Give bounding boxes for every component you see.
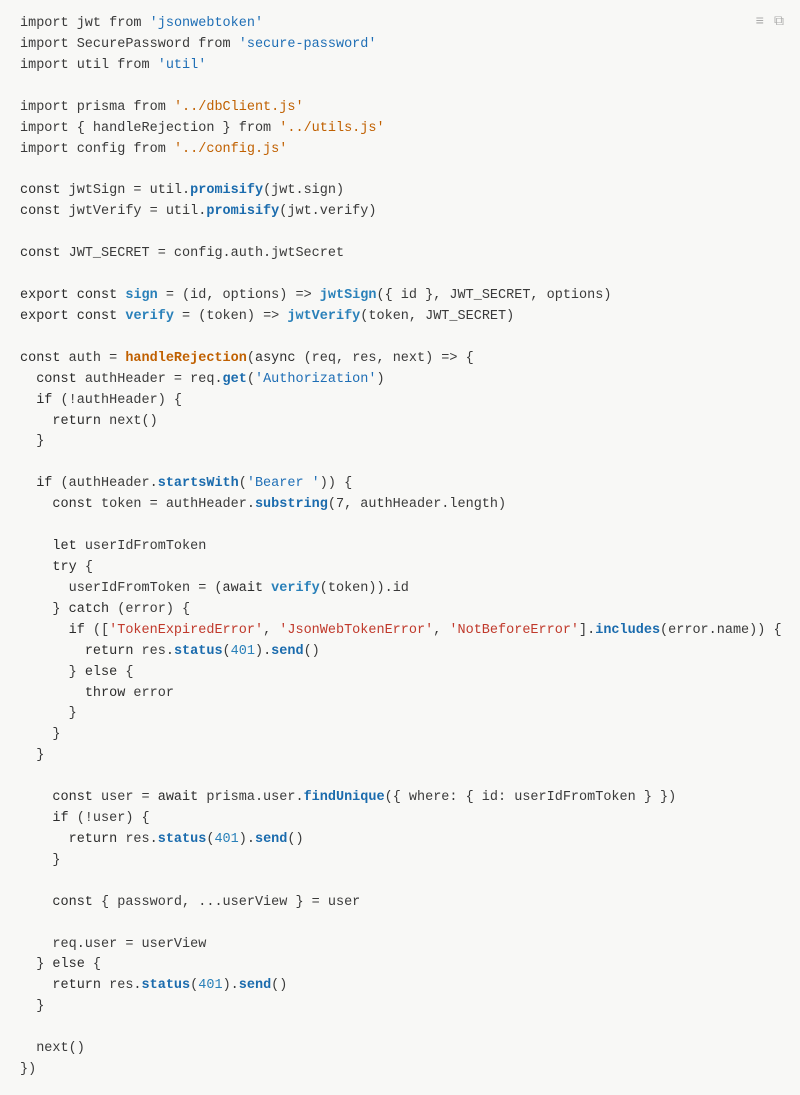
line-21: } [14, 432, 740, 453]
line-50: next() [14, 1039, 740, 1060]
line-43: const { password, ...userView } = user [14, 893, 740, 914]
line-32: } else { [14, 663, 740, 684]
line-36: } [14, 746, 740, 767]
line-31: return res.status(401).send() [14, 642, 740, 663]
line-26: let userIdFromToken [14, 537, 740, 558]
line-blank-10 [14, 914, 740, 935]
line-19: if (!authHeader) { [14, 391, 740, 412]
line-39: if (!user) { [14, 809, 740, 830]
line-blank-3 [14, 223, 740, 244]
line-34: } [14, 704, 740, 725]
line-1: import jwt from 'jsonwebtoken' [14, 14, 740, 35]
line-38: const user = await prisma.user.findUniqu… [14, 788, 740, 809]
line-33: throw error [14, 684, 740, 705]
line-6: import { handleRejection } from '../util… [14, 119, 740, 140]
line-2: import SecurePassword from 'secure-passw… [14, 35, 740, 56]
line-blank-1 [14, 77, 740, 98]
line-46: } else { [14, 955, 740, 976]
line-23: if (authHeader.startsWith('Bearer ')) { [14, 474, 740, 495]
line-35: } [14, 725, 740, 746]
line-blank-9 [14, 872, 740, 893]
copy-icon[interactable]: ⧉ [774, 12, 784, 34]
line-47: return res.status(401).send() [14, 976, 740, 997]
wrap-icon[interactable]: ≡ [756, 12, 764, 34]
line-blank-5 [14, 328, 740, 349]
line-blank-6 [14, 453, 740, 474]
line-blank-4 [14, 265, 740, 286]
line-45: req.user = userView [14, 935, 740, 956]
line-51: }) [14, 1060, 740, 1081]
line-15: export const verify = (token) => jwtVeri… [14, 307, 740, 328]
line-12: const JWT_SECRET = config.auth.jwtSecret [14, 244, 740, 265]
line-blank-2 [14, 160, 740, 181]
line-blank-8 [14, 767, 740, 788]
line-27: try { [14, 558, 740, 579]
toolbar: ≡ ⧉ [756, 12, 784, 34]
line-28: userIdFromToken = (await verify(token)).… [14, 579, 740, 600]
line-blank-7 [14, 516, 740, 537]
line-20: return next() [14, 412, 740, 433]
line-10: const jwtVerify = util.promisify(jwt.ver… [14, 202, 740, 223]
line-29: } catch (error) { [14, 600, 740, 621]
line-18: const authHeader = req.get('Authorizatio… [14, 370, 740, 391]
line-30: if (['TokenExpiredError', 'JsonWebTokenE… [14, 621, 740, 642]
line-48: } [14, 997, 740, 1018]
line-17: const auth = handleRejection(async (req,… [14, 349, 740, 370]
line-blank-11 [14, 1018, 740, 1039]
line-7: import config from '../config.js' [14, 140, 740, 161]
line-9: const jwtSign = util.promisify(jwt.sign) [14, 181, 740, 202]
line-40: return res.status(401).send() [14, 830, 740, 851]
line-5: import prisma from '../dbClient.js' [14, 98, 740, 119]
code-editor: ≡ ⧉ import jwt from 'jsonwebtoken' impor… [0, 0, 800, 1095]
line-41: } [14, 851, 740, 872]
code-block: import jwt from 'jsonwebtoken' import Se… [14, 14, 800, 1081]
line-3: import util from 'util' [14, 56, 740, 77]
line-14: export const sign = (id, options) => jwt… [14, 286, 740, 307]
line-24: const token = authHeader.substring(7, au… [14, 495, 740, 516]
